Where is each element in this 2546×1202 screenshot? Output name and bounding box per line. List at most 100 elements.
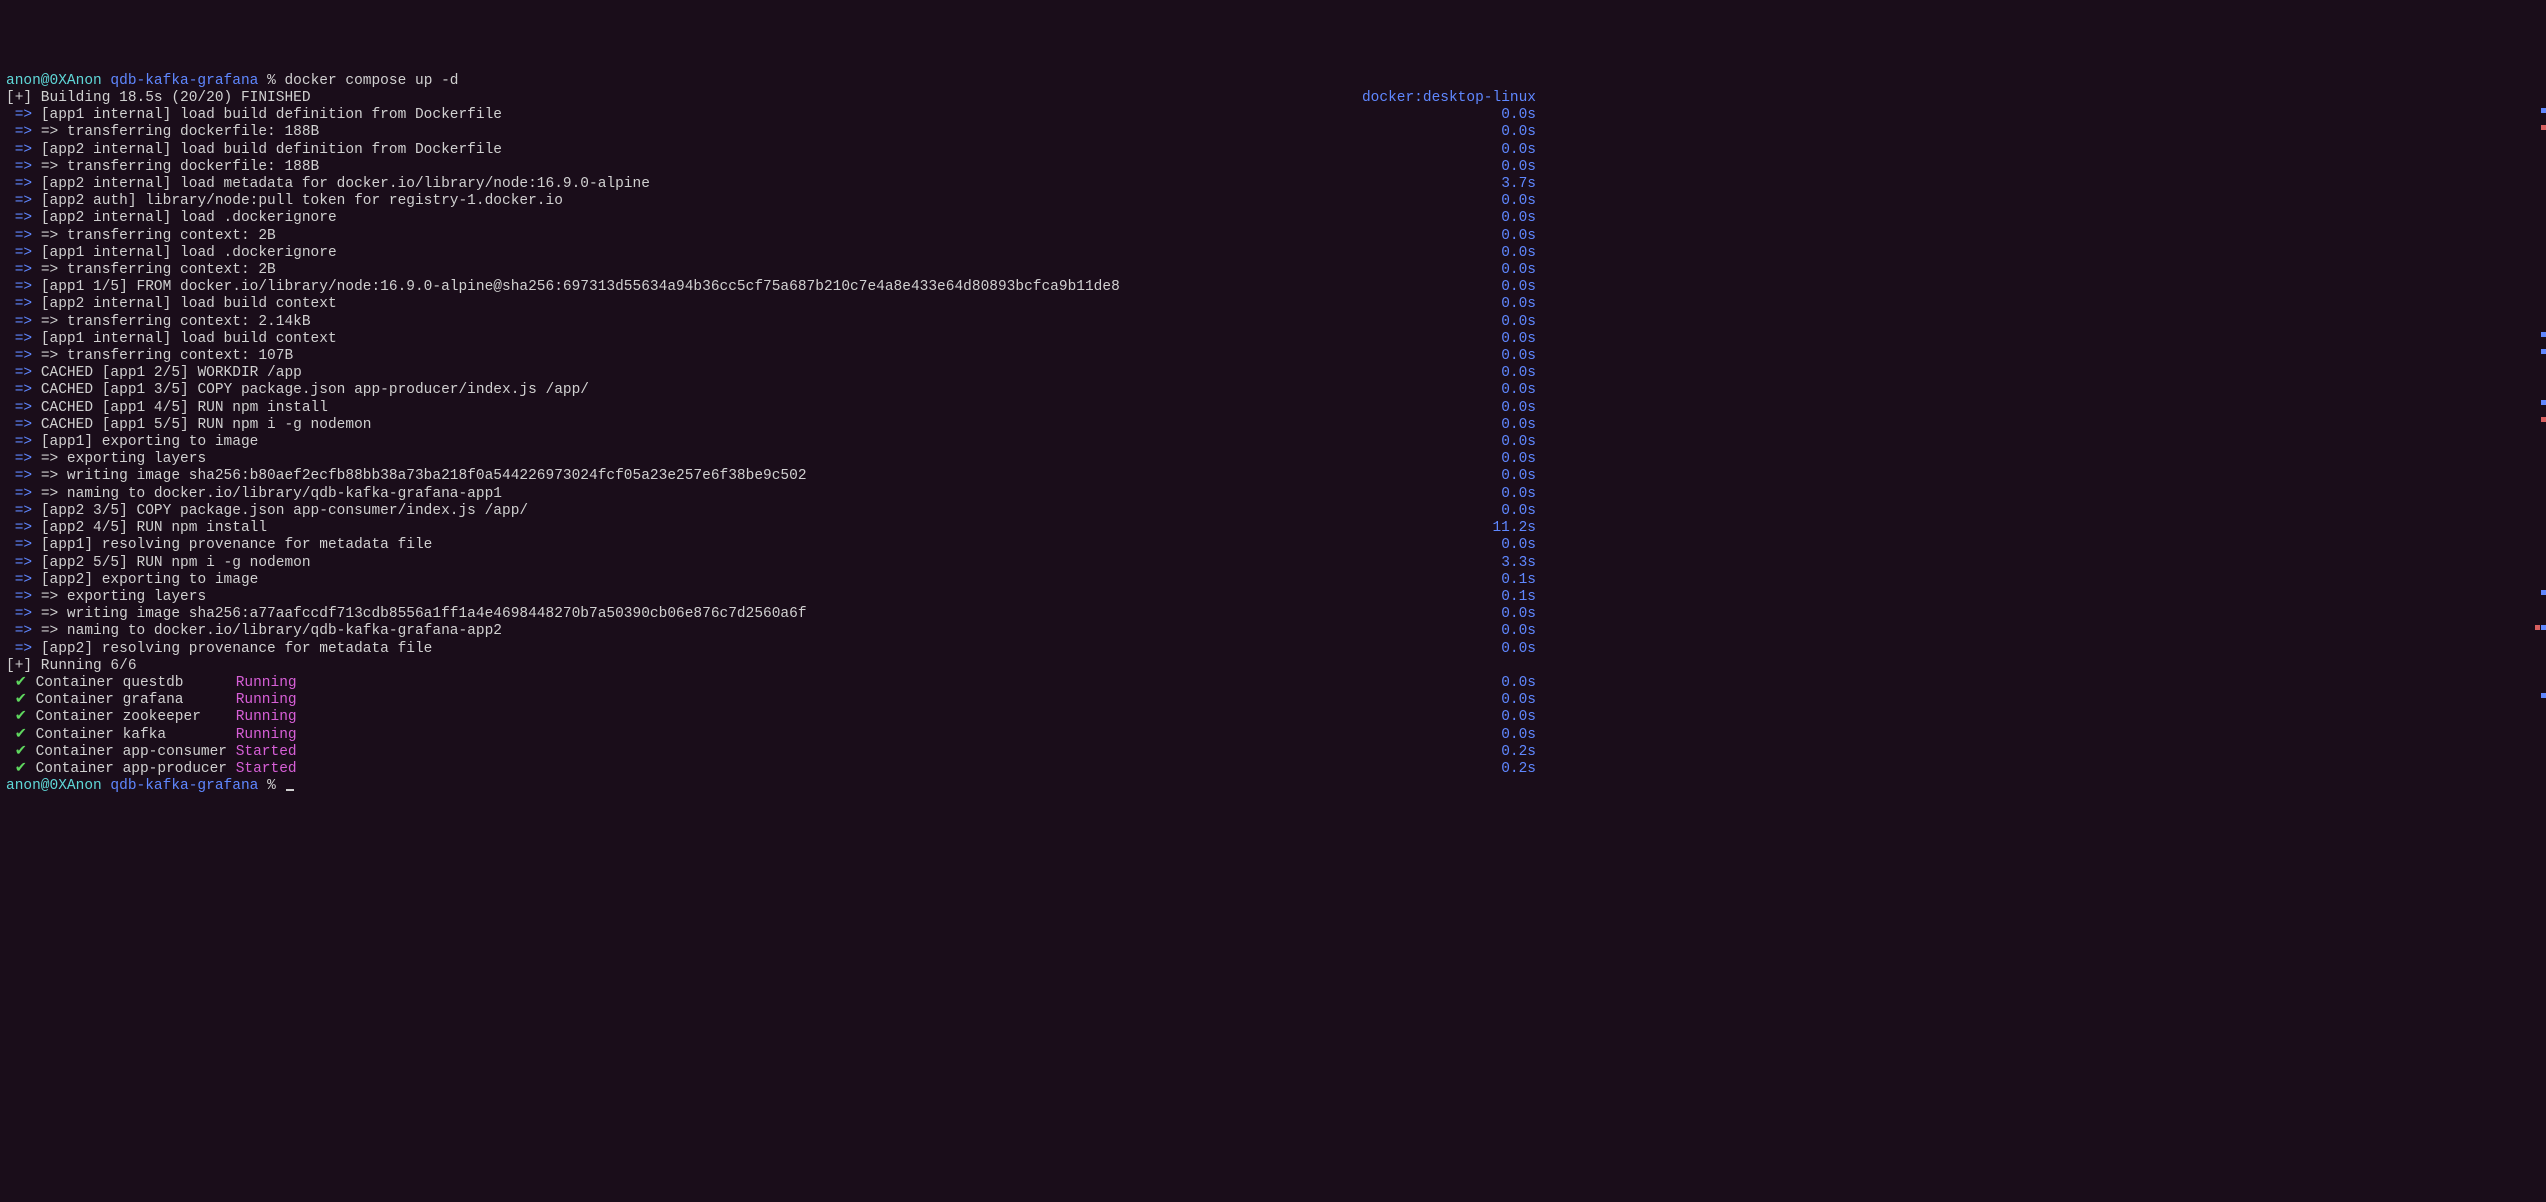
step-text: => writing image sha256:b80aef2ecfb88bb3… (41, 468, 807, 484)
check-icon: ✔ (6, 727, 36, 743)
terminal-line: => CACHED [app1 5/5] RUN npm i -g nodemo… (6, 417, 1536, 434)
terminal-line: => [app2] resolving provenance for metad… (6, 641, 1536, 658)
step-time: 3.7s (1501, 176, 1536, 193)
docker-context: docker:desktop-linux (1362, 90, 1536, 107)
step-text: [app2 internal] load .dockerignore (41, 210, 337, 226)
step-time: 0.0s (1501, 365, 1536, 382)
step-text: [app2 3/5] COPY package.json app-consume… (41, 503, 528, 519)
container-name: Container zookeeper (36, 709, 236, 725)
arrow-icon: => (6, 228, 41, 244)
arrow-icon: => (6, 382, 41, 398)
arrow-icon: => (6, 210, 41, 226)
step-text: [app2 internal] load metadata for docker… (41, 176, 650, 192)
command-text: docker compose up -d (284, 73, 458, 89)
step-time: 0.0s (1501, 382, 1536, 399)
terminal-line: => [app1 internal] load build context0.0… (6, 331, 1536, 348)
container-status: Started (236, 761, 297, 777)
arrow-icon: => (6, 365, 41, 381)
step-time: 0.0s (1501, 451, 1536, 468)
terminal-line: => CACHED [app1 2/5] WORKDIR /app 0.0s (6, 365, 1536, 382)
gutter-marks (2536, 0, 2546, 1202)
step-text: => transferring dockerfile: 188B (41, 159, 319, 175)
container-time: 0.0s (1501, 709, 1536, 726)
terminal-line: => => transferring context: 2B 0.0s (6, 228, 1536, 245)
arrow-icon: => (6, 314, 41, 330)
step-text: [app1 internal] load .dockerignore (41, 245, 337, 261)
terminal-line: => [app1 internal] load build definition… (6, 107, 1536, 124)
terminal-line: => [app1] resolving provenance for metad… (6, 537, 1536, 554)
build-header: [+] Building 18.5s (20/20) FINISHED (6, 90, 311, 107)
prompt-dir: qdb-kafka-grafana (110, 73, 258, 89)
container-name: Container grafana (36, 692, 236, 708)
step-text: [app2] resolving provenance for metadata… (41, 641, 433, 657)
arrow-icon: => (6, 245, 41, 261)
container-time: 0.0s (1501, 727, 1536, 744)
terminal-line: anon@0XAnon qdb-kafka-grafana % (6, 778, 1536, 795)
step-time: 11.2s (1492, 520, 1536, 537)
step-time: 3.3s (1501, 555, 1536, 572)
step-text: CACHED [app1 5/5] RUN npm i -g nodemon (41, 417, 372, 433)
arrow-icon: => (6, 142, 41, 158)
arrow-icon: => (6, 641, 41, 657)
container-name: Container app-producer (36, 761, 236, 777)
terminal-line: ✔ Container kafka Running0.0s (6, 727, 1536, 744)
step-text: [app2 5/5] RUN npm i -g nodemon (41, 555, 311, 571)
step-time: 0.0s (1501, 124, 1536, 141)
step-time: 0.0s (1501, 606, 1536, 623)
cursor-icon (286, 789, 294, 791)
step-time: 0.0s (1501, 210, 1536, 227)
prompt-user-host: anon@0XAnon (6, 778, 102, 794)
arrow-icon: => (6, 572, 41, 588)
arrow-icon: => (6, 434, 41, 450)
step-text: => transferring dockerfile: 188B (41, 124, 319, 140)
step-text: CACHED [app1 2/5] WORKDIR /app (41, 365, 302, 381)
check-icon: ✔ (6, 744, 36, 760)
step-text: => transferring context: 107B (41, 348, 293, 364)
terminal-output[interactable]: anon@0XAnon qdb-kafka-grafana % docker c… (6, 73, 2540, 796)
step-time: 0.0s (1501, 159, 1536, 176)
step-text: => exporting layers (41, 451, 206, 467)
arrow-icon: => (6, 468, 41, 484)
step-time: 0.1s (1501, 589, 1536, 606)
prompt-dir: qdb-kafka-grafana (110, 778, 258, 794)
step-time: 0.0s (1501, 417, 1536, 434)
step-text: [app1 internal] load build definition fr… (41, 107, 502, 123)
step-time: 0.0s (1501, 434, 1536, 451)
container-name: Container questdb (36, 675, 236, 691)
arrow-icon: => (6, 503, 41, 519)
terminal-line: => [app2 internal] load metadata for doc… (6, 176, 1536, 193)
terminal-line: => => transferring dockerfile: 188B0.0s (6, 124, 1536, 141)
container-status: Started (236, 744, 297, 760)
step-time: 0.0s (1501, 245, 1536, 262)
terminal-line: => => writing image sha256:b80aef2ecfb88… (6, 468, 1536, 485)
arrow-icon: => (6, 193, 41, 209)
step-text: [app2 auth] library/node:pull token for … (41, 193, 563, 209)
arrow-icon: => (6, 176, 41, 192)
terminal-line: anon@0XAnon qdb-kafka-grafana % docker c… (6, 73, 1536, 90)
step-text: [app2] exporting to image (41, 572, 259, 588)
terminal-line: => => transferring context: 2.14kB 0.0s (6, 314, 1536, 331)
step-time: 0.0s (1501, 262, 1536, 279)
step-text: [app1] exporting to image (41, 434, 259, 450)
step-time: 0.0s (1501, 228, 1536, 245)
terminal-line: => [app2 4/5] RUN npm install11.2s (6, 520, 1536, 537)
terminal-line: => [app2 5/5] RUN npm i -g nodemon3.3s (6, 555, 1536, 572)
arrow-icon: => (6, 417, 41, 433)
step-time: 0.0s (1501, 314, 1536, 331)
step-time: 0.0s (1501, 193, 1536, 210)
step-text: [app1 1/5] FROM docker.io/library/node:1… (41, 279, 1120, 295)
container-time: 0.0s (1501, 692, 1536, 709)
step-text: => naming to docker.io/library/qdb-kafka… (41, 623, 502, 639)
container-name: Container app-consumer (36, 744, 236, 760)
step-text: => exporting layers (41, 589, 206, 605)
container-name: Container kafka (36, 727, 236, 743)
terminal-line: ✔ Container questdb Running0.0s (6, 675, 1536, 692)
arrow-icon: => (6, 279, 41, 295)
step-time: 0.0s (1501, 503, 1536, 520)
check-icon: ✔ (6, 675, 36, 691)
step-time: 0.0s (1501, 279, 1536, 296)
step-time: 0.0s (1501, 348, 1536, 365)
step-text: => transferring context: 2.14kB (41, 314, 311, 330)
step-text: => transferring context: 2B (41, 228, 276, 244)
arrow-icon: => (6, 400, 41, 416)
